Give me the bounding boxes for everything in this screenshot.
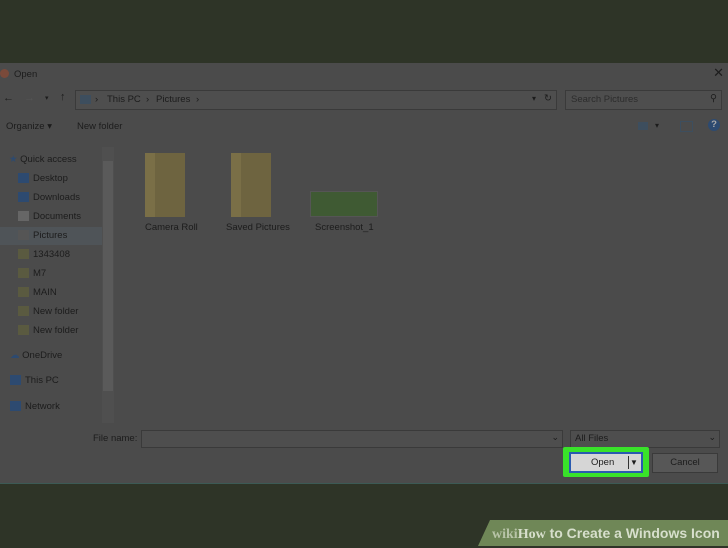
cancel-button[interactable]: Cancel (652, 453, 718, 473)
sidebar-item-new-folder[interactable]: New folder (18, 303, 78, 321)
file-name-input[interactable]: ⌄ (141, 430, 563, 448)
open-button[interactable]: Open ▼ (569, 452, 643, 473)
open-dialog: Open ✕ ← → ▾ ↑ › This PC › Pictures › ▾ … (0, 63, 728, 484)
folder-icon (145, 153, 185, 217)
open-dropdown-icon[interactable]: ▼ (630, 454, 638, 471)
sidebar-item-documents[interactable]: Documents (18, 208, 81, 226)
sidebar-quick-access[interactable]: ★ Quick access (9, 151, 77, 169)
address-dropdown-icon[interactable]: ▾ (532, 94, 536, 103)
chevron-down-icon: ⌄ (708, 432, 716, 442)
breadcrumb-pictures[interactable]: Pictures (156, 94, 190, 105)
navigation-pane: ★ Quick access Desktop Downloads Documen… (0, 143, 115, 423)
folder-camera-roll[interactable] (145, 153, 185, 217)
search-input[interactable]: Search Pictures ⚲ (565, 90, 722, 110)
folder-saved-pictures[interactable] (231, 153, 271, 217)
recent-dropdown-icon[interactable]: ▾ (45, 94, 49, 102)
file-label: Camera Roll (145, 222, 198, 233)
pc-icon (80, 95, 91, 104)
sidebar-item-desktop[interactable]: Desktop (18, 170, 68, 188)
sidebar-item-pictures[interactable]: Pictures (0, 227, 102, 245)
sidebar-item-new-folder-2[interactable]: New folder (18, 322, 78, 340)
file-label: Saved Pictures (226, 222, 290, 233)
view-icon[interactable] (638, 122, 648, 130)
up-icon[interactable]: ↑ (60, 91, 66, 103)
search-icon: ⚲ (710, 93, 717, 104)
scrollbar-thumb[interactable] (103, 161, 113, 391)
dialog-title: Open (14, 69, 38, 80)
file-label: Screenshot_1 (315, 222, 374, 233)
open-button-highlight: Open ▼ (563, 447, 649, 477)
back-icon[interactable]: ← (3, 92, 14, 104)
sidebar-item-main[interactable]: MAIN (18, 284, 57, 302)
sidebar-item-m7[interactable]: M7 (18, 265, 46, 283)
wikihow-watermark: wikiHow to Create a Windows Icon (478, 520, 728, 546)
help-icon[interactable]: ? (708, 119, 720, 131)
file-type-select[interactable]: All Files ⌄ (570, 430, 720, 448)
sidebar-network[interactable]: Network (10, 398, 60, 416)
forward-icon[interactable]: → (24, 92, 35, 104)
sidebar-this-pc[interactable]: This PC (10, 372, 59, 390)
file-name-label: File name: (93, 433, 138, 444)
preview-pane-icon[interactable] (680, 121, 693, 132)
chrome-icon (0, 69, 9, 78)
refresh-icon[interactable]: ↻ (544, 93, 552, 104)
scrollbar[interactable] (102, 147, 114, 423)
organize-button[interactable]: Organize ▾ (6, 121, 52, 132)
sidebar-item-1343408[interactable]: 1343408 (18, 246, 70, 264)
sidebar-onedrive[interactable]: ☁ OneDrive (10, 347, 62, 365)
address-bar[interactable]: › This PC › Pictures › ▾ ↻ (75, 90, 557, 110)
folder-icon (231, 153, 271, 217)
sidebar-item-downloads[interactable]: Downloads (18, 189, 80, 207)
view-dropdown-icon[interactable]: ▾ (655, 121, 659, 130)
screenshot-thumbnail[interactable] (310, 191, 378, 217)
close-icon[interactable]: ✕ (713, 65, 724, 81)
breadcrumb-this-pc[interactable]: This PC (107, 94, 141, 105)
new-folder-button[interactable]: New folder (77, 121, 122, 132)
chevron-down-icon[interactable]: ⌄ (551, 432, 559, 443)
